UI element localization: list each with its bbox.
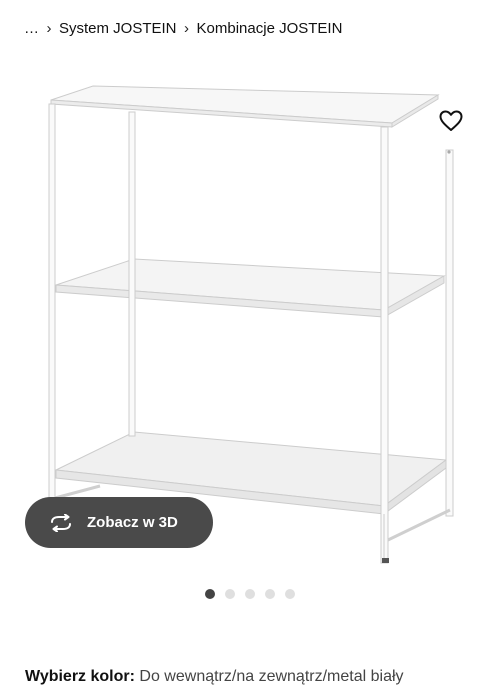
favorite-button[interactable] [436,106,466,136]
view-3d-label: Zobacz w 3D [87,514,178,531]
view-3d-button[interactable]: Zobacz w 3D [25,497,213,548]
breadcrumb-item-system[interactable]: System JOSTEIN [59,20,177,37]
chevron-right-icon: › [46,19,52,37]
carousel-dot-3[interactable] [245,589,255,599]
color-label: Wybierz kolor: [25,668,135,685]
breadcrumb: … › System JOSTEIN › Kombinacje JOSTEIN [24,17,342,39]
carousel-dots [205,589,295,599]
carousel-dot-1[interactable] [205,589,215,599]
heart-icon [439,110,463,131]
carousel-dot-5[interactable] [285,589,295,599]
color-value: Do wewnątrz/na zewnątrz/metal biały [139,668,404,685]
carousel-dot-2[interactable] [225,589,235,599]
chevron-right-icon: › [184,19,190,37]
carousel-dot-4[interactable] [265,589,275,599]
breadcrumb-ellipsis[interactable]: … [24,20,39,37]
breadcrumb-item-combinations[interactable]: Kombinacje JOSTEIN [197,20,343,37]
rotate-arrows-icon [47,513,75,533]
color-selector[interactable]: Wybierz kolor: Do wewnątrz/na zewnątrz/m… [25,668,404,686]
